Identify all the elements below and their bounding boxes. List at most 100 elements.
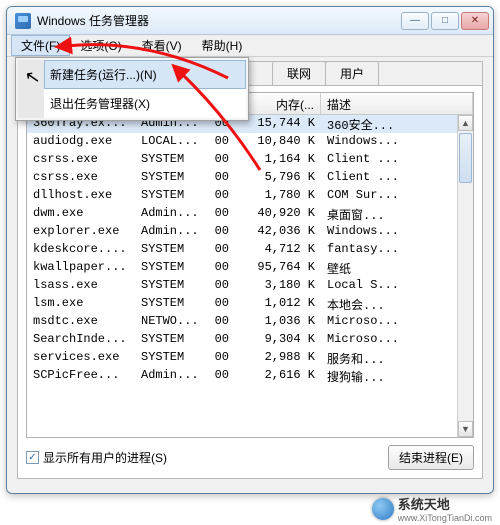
show-all-users-label: 显示所有用户的进程(S) [43,449,167,466]
cell-cpu: 00 [199,241,235,259]
table-row[interactable]: msdtc.exeNETWO...001,036 KMicroso... [27,313,473,331]
cell-cpu: 00 [199,367,235,385]
vertical-scrollbar[interactable]: ▲ ▼ [457,115,473,437]
table-row[interactable]: explorer.exeAdmin...0042,036 KWindows... [27,223,473,241]
table-row[interactable]: kdeskcore....SYSTEM004,712 Kfantasy... [27,241,473,259]
menu-help[interactable]: 帮助(H) [192,35,253,56]
menu-exit[interactable]: 退出任务管理器(X) [44,89,246,118]
window-title: Windows 任务管理器 [37,12,401,29]
cell-mem: 1,780 K [235,187,321,205]
file-menu-dropdown: 新建任务(运行...)(N) 退出任务管理器(X) [15,57,249,121]
cell-desc: Windows... [321,133,473,151]
cell-mem: 40,920 K [235,205,321,223]
menubar: 文件(F) 选项(O) 查看(V) 帮助(H) [7,35,493,57]
cell-name: dwm.exe [27,205,135,223]
watermark: 系统天地 www.XiTongTianDi.com [372,494,492,523]
cell-cpu: 00 [199,331,235,349]
cell-user: SYSTEM [135,277,199,295]
cell-name: lsm.exe [27,295,135,313]
cell-name: csrss.exe [27,169,135,187]
table-row[interactable]: kwallpaper...SYSTEM0095,764 K壁纸 [27,259,473,277]
checkbox-icon: ✓ [26,451,39,464]
cell-user: Admin... [135,205,199,223]
cell-desc: 360安全... [321,115,473,133]
cell-name: csrss.exe [27,151,135,169]
cell-mem: 42,036 K [235,223,321,241]
task-manager-window: Windows 任务管理器 — □ ✕ 文件(F) 选项(O) 查看(V) 帮助… [6,6,494,494]
end-process-button[interactable]: 结束进程(E) [388,445,474,470]
cell-mem: 95,764 K [235,259,321,277]
table-row[interactable]: audiodg.exeLOCAL...0010,840 KWindows... [27,133,473,151]
tab-users[interactable]: 用户 [325,61,379,85]
cell-cpu: 00 [199,169,235,187]
cell-name: SCPicFree... [27,367,135,385]
cell-desc: Client ... [321,169,473,187]
tab-networking[interactable]: 联网 [272,61,326,85]
cell-cpu: 00 [199,223,235,241]
maximize-button[interactable]: □ [431,12,459,30]
scroll-up-icon[interactable]: ▲ [458,115,473,131]
table-row[interactable]: csrss.exeSYSTEM005,796 KClient ... [27,169,473,187]
content-area: 联网 用户 映像名称 … CPU 内存(... 描述 360Tray.ex...… [17,61,483,479]
cell-mem: 1,012 K [235,295,321,313]
watermark-name: 系统天地 [398,497,450,512]
cell-user: Admin... [135,223,199,241]
table-row[interactable]: SearchInde...SYSTEM009,304 KMicroso... [27,331,473,349]
cell-cpu: 00 [199,349,235,367]
cell-cpu: 00 [199,259,235,277]
cell-user: SYSTEM [135,241,199,259]
cell-user: SYSTEM [135,331,199,349]
cell-mem: 5,796 K [235,169,321,187]
cell-user: SYSTEM [135,169,199,187]
cell-name: audiodg.exe [27,133,135,151]
cell-mem: 10,840 K [235,133,321,151]
cell-mem: 3,180 K [235,277,321,295]
cell-cpu: 00 [199,295,235,313]
table-row[interactable]: dllhost.exeSYSTEM001,780 KCOM Sur... [27,187,473,205]
cell-name: services.exe [27,349,135,367]
cell-cpu: 00 [199,187,235,205]
titlebar[interactable]: Windows 任务管理器 — □ ✕ [7,7,493,35]
cell-name: kwallpaper... [27,259,135,277]
menu-options[interactable]: 选项(O) [70,35,131,56]
cell-desc: 桌面窗... [321,205,473,223]
table-row[interactable]: services.exeSYSTEM002,988 K服务和... [27,349,473,367]
table-row[interactable]: lsm.exeSYSTEM001,012 K本地会... [27,295,473,313]
table-row[interactable]: dwm.exeAdmin...0040,920 K桌面窗... [27,205,473,223]
cell-desc: Windows... [321,223,473,241]
cell-desc: COM Sur... [321,187,473,205]
footer-bar: ✓ 显示所有用户的进程(S) 结束进程(E) [26,444,474,470]
cell-cpu: 00 [199,133,235,151]
cell-cpu: 00 [199,313,235,331]
table-row[interactable]: SCPicFree...Admin...002,616 K搜狗输... [27,367,473,385]
menu-view[interactable]: 查看(V) [132,35,192,56]
close-button[interactable]: ✕ [461,12,489,30]
cell-cpu: 00 [199,151,235,169]
cell-user: SYSTEM [135,295,199,313]
cell-user: LOCAL... [135,133,199,151]
cell-name: kdeskcore.... [27,241,135,259]
show-all-users-checkbox[interactable]: ✓ 显示所有用户的进程(S) [26,449,167,466]
cell-desc: Client ... [321,151,473,169]
cell-user: Admin... [135,367,199,385]
table-row[interactable]: lsass.exeSYSTEM003,180 KLocal S... [27,277,473,295]
cell-mem: 2,616 K [235,367,321,385]
table-row[interactable]: csrss.exeSYSTEM001,164 KClient ... [27,151,473,169]
menu-new-task[interactable]: 新建任务(运行...)(N) [44,60,246,89]
col-description[interactable]: 描述 [321,93,473,114]
cell-user: SYSTEM [135,349,199,367]
cell-desc: 本地会... [321,295,473,313]
cell-cpu: 00 [199,277,235,295]
scroll-thumb[interactable] [459,133,472,183]
cell-desc: 服务和... [321,349,473,367]
cell-mem: 1,164 K [235,151,321,169]
watermark-url: www.XiTongTianDi.com [398,513,492,523]
minimize-button[interactable]: — [401,12,429,30]
app-icon [15,13,31,29]
menu-file[interactable]: 文件(F) [11,35,70,56]
cell-cpu: 00 [199,205,235,223]
cell-mem: 1,036 K [235,313,321,331]
watermark-icon [372,498,394,520]
cell-user: SYSTEM [135,259,199,277]
scroll-down-icon[interactable]: ▼ [458,421,473,437]
